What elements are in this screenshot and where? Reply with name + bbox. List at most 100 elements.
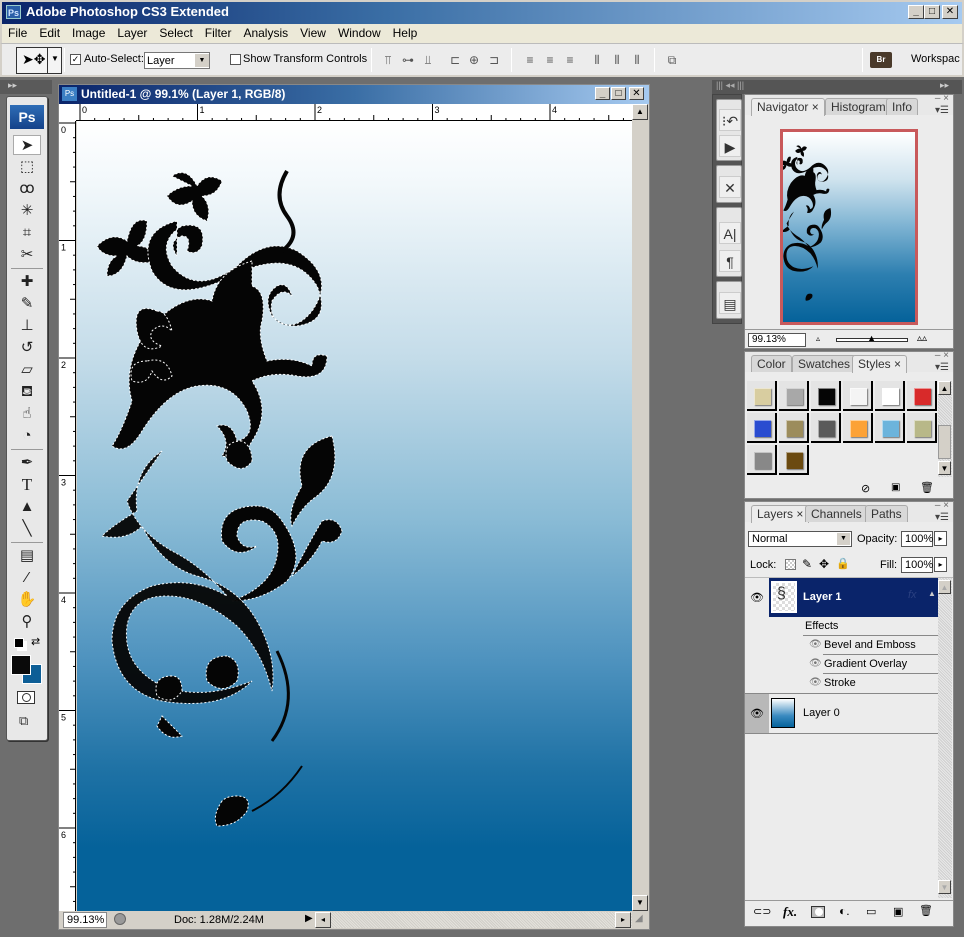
panel-menu-icon[interactable]: ▾☰ (935, 105, 949, 116)
document-canvas[interactable] (77, 121, 632, 911)
maximize-button[interactable]: □ (924, 5, 940, 19)
eyedropper-tool-icon[interactable]: ⁄ (13, 568, 41, 588)
type-tool-icon[interactable]: T (13, 475, 41, 495)
distribute-top-icon[interactable]: ≡ (522, 53, 538, 67)
magic-wand-tool-icon[interactable]: ✳ (13, 201, 41, 221)
navigator-preview[interactable] (780, 129, 918, 325)
delete-style-icon[interactable]: 🗑 (920, 481, 934, 494)
blur-tool-icon[interactable]: ☝ (13, 404, 41, 424)
style-bronze[interactable] (779, 445, 809, 475)
align-horizontal-center-icon[interactable]: ⊕ (466, 53, 482, 67)
panel-minimize-close-icon[interactable]: – × (935, 500, 949, 511)
effect-visibility-eye-icon[interactable]: 👁 (809, 677, 822, 688)
tab-histogram[interactable]: Histogram (825, 98, 892, 115)
align-left-icon[interactable]: ⊏ (447, 53, 463, 67)
pen-tool-icon[interactable]: ✒ (13, 453, 41, 473)
screen-mode-icon[interactable]: ⧉ (19, 713, 28, 729)
style-chrome[interactable] (843, 381, 873, 411)
ruler-origin[interactable] (59, 104, 76, 121)
menu-help[interactable]: Help (387, 24, 424, 40)
auto-select-dropdown[interactable]: Layer ▼ (144, 52, 210, 69)
move-tool-icon[interactable]: ➤ (13, 135, 41, 155)
style-mesh[interactable] (779, 413, 809, 443)
eraser-tool-icon[interactable]: ▱ (13, 360, 41, 380)
paragraph-icon[interactable]: ¶ (719, 250, 741, 272)
style-dark-gray[interactable] (811, 413, 841, 443)
clear-style-icon[interactable]: ⊘ (861, 482, 870, 495)
visibility-eye-icon[interactable]: 👁 (747, 588, 767, 608)
lock-position-icon[interactable]: ✥ (819, 557, 829, 571)
menu-analysis[interactable]: Analysis (237, 24, 294, 40)
style-gray-bevel[interactable] (779, 381, 809, 411)
align-top-icon[interactable]: ⫪ (380, 53, 396, 67)
tab-info[interactable]: Info (886, 98, 919, 115)
style-black[interactable] (811, 381, 841, 411)
close-tab-icon[interactable]: × (796, 507, 803, 521)
zoom-out-icon[interactable]: ▵ (816, 334, 820, 343)
panel-minimize-close-icon[interactable]: – × (935, 350, 949, 361)
doc-close-button[interactable]: ✕ (629, 87, 644, 100)
quick-mask-button[interactable] (17, 691, 35, 704)
menu-view[interactable]: View (294, 24, 332, 40)
history-icon[interactable]: ⁝↶ (719, 109, 741, 131)
actions-icon[interactable]: ▶ (719, 135, 741, 157)
scroll-thumb[interactable] (938, 425, 951, 459)
distribute-bottom-icon[interactable]: ≡ (562, 53, 578, 67)
lock-pixels-icon[interactable]: ✎ (802, 557, 812, 571)
resize-grip-icon[interactable]: ◢ (635, 913, 643, 924)
style-red[interactable] (907, 381, 937, 411)
panel-minimize-close-icon[interactable]: – × (935, 93, 949, 104)
dodge-tool-icon[interactable]: ◔ (13, 426, 41, 446)
line-tool-icon[interactable]: ╲ (13, 519, 41, 539)
marquee-tool-icon[interactable]: ⬚ (13, 157, 41, 177)
swap-colors-icon[interactable]: ⇄ (31, 635, 40, 648)
align-bottom-icon[interactable]: ⫫ (420, 53, 436, 67)
fill-slider-arrow[interactable]: ▸ (934, 557, 947, 572)
zoom-slider-thumb[interactable]: ▲ (867, 334, 876, 343)
scroll-down-icon[interactable]: ▼ (938, 880, 951, 894)
fx-icon[interactable]: fx. (783, 904, 797, 920)
style-parchment[interactable] (747, 381, 777, 411)
layer-fx-icon[interactable]: fx (908, 589, 917, 601)
panel-menu-icon[interactable]: ▾☰ (935, 512, 949, 523)
horizontal-scrollbar[interactable]: ◂ ▸ (315, 912, 632, 928)
navigator-zoom-field[interactable]: 99.13% (748, 333, 806, 347)
layer-0-name[interactable]: Layer 0 (803, 707, 840, 719)
tool-presets-icon[interactable]: ✕ (719, 176, 741, 198)
align-vertical-center-icon[interactable]: ⊶ (400, 53, 416, 67)
tab-styles[interactable]: Styles × (852, 355, 908, 373)
visibility-eye-icon[interactable]: 👁 (747, 704, 767, 724)
vertical-scrollbar[interactable]: ▲ ▼ (632, 104, 649, 912)
styles-scrollbar[interactable]: ▲ ▼ (938, 381, 952, 477)
tab-navigator[interactable]: Navigator × (751, 98, 825, 116)
fill-field[interactable]: 100% (901, 557, 933, 573)
tab-swatches[interactable]: Swatches (792, 355, 857, 372)
layer-mask-icon[interactable] (811, 906, 825, 918)
effect-stroke[interactable]: Stroke (824, 677, 856, 689)
zoom-field[interactable]: 99.13% (63, 912, 107, 928)
layer-row-layer-0[interactable]: 👁 Layer 0 (745, 694, 938, 733)
new-group-icon[interactable]: ▭ (866, 905, 876, 918)
effect-bevel-and-emboss[interactable]: Bevel and Emboss (824, 639, 916, 651)
menu-filter[interactable]: Filter (199, 24, 238, 40)
close-button[interactable]: ✕ (942, 5, 958, 19)
zoom-in-icon[interactable]: ▵▵ (917, 333, 927, 344)
slice-tool-icon[interactable]: ✂ (13, 245, 41, 265)
scroll-up-icon[interactable]: ▲ (938, 381, 951, 395)
auto-select-checkbox[interactable]: ✓ (70, 54, 81, 65)
adjustment-layer-icon[interactable]: ◐. (839, 904, 850, 918)
align-right-icon[interactable]: ⊐ (486, 53, 502, 67)
scroll-left-icon[interactable]: ◂ (315, 912, 331, 928)
opacity-slider-arrow[interactable]: ▸ (934, 531, 947, 546)
style-sky-blue[interactable] (875, 413, 905, 443)
layer-1-name[interactable]: Layer 1 (803, 591, 842, 603)
link-layers-icon[interactable]: ⊂⊃ (753, 905, 771, 918)
new-layer-icon[interactable]: ▣ (893, 905, 903, 918)
workspace-menu[interactable]: Workspac (911, 53, 960, 65)
collapse-dock-icon[interactable]: ||| ◂◂ ||| (716, 80, 744, 91)
effect-gradient-overlay[interactable]: Gradient Overlay (824, 658, 907, 670)
scroll-down-icon[interactable]: ▼ (938, 461, 951, 475)
menu-edit[interactable]: Edit (33, 24, 66, 40)
status-menu-arrow-icon[interactable]: ▶ (305, 913, 313, 924)
scroll-down-icon[interactable]: ▼ (632, 895, 648, 911)
